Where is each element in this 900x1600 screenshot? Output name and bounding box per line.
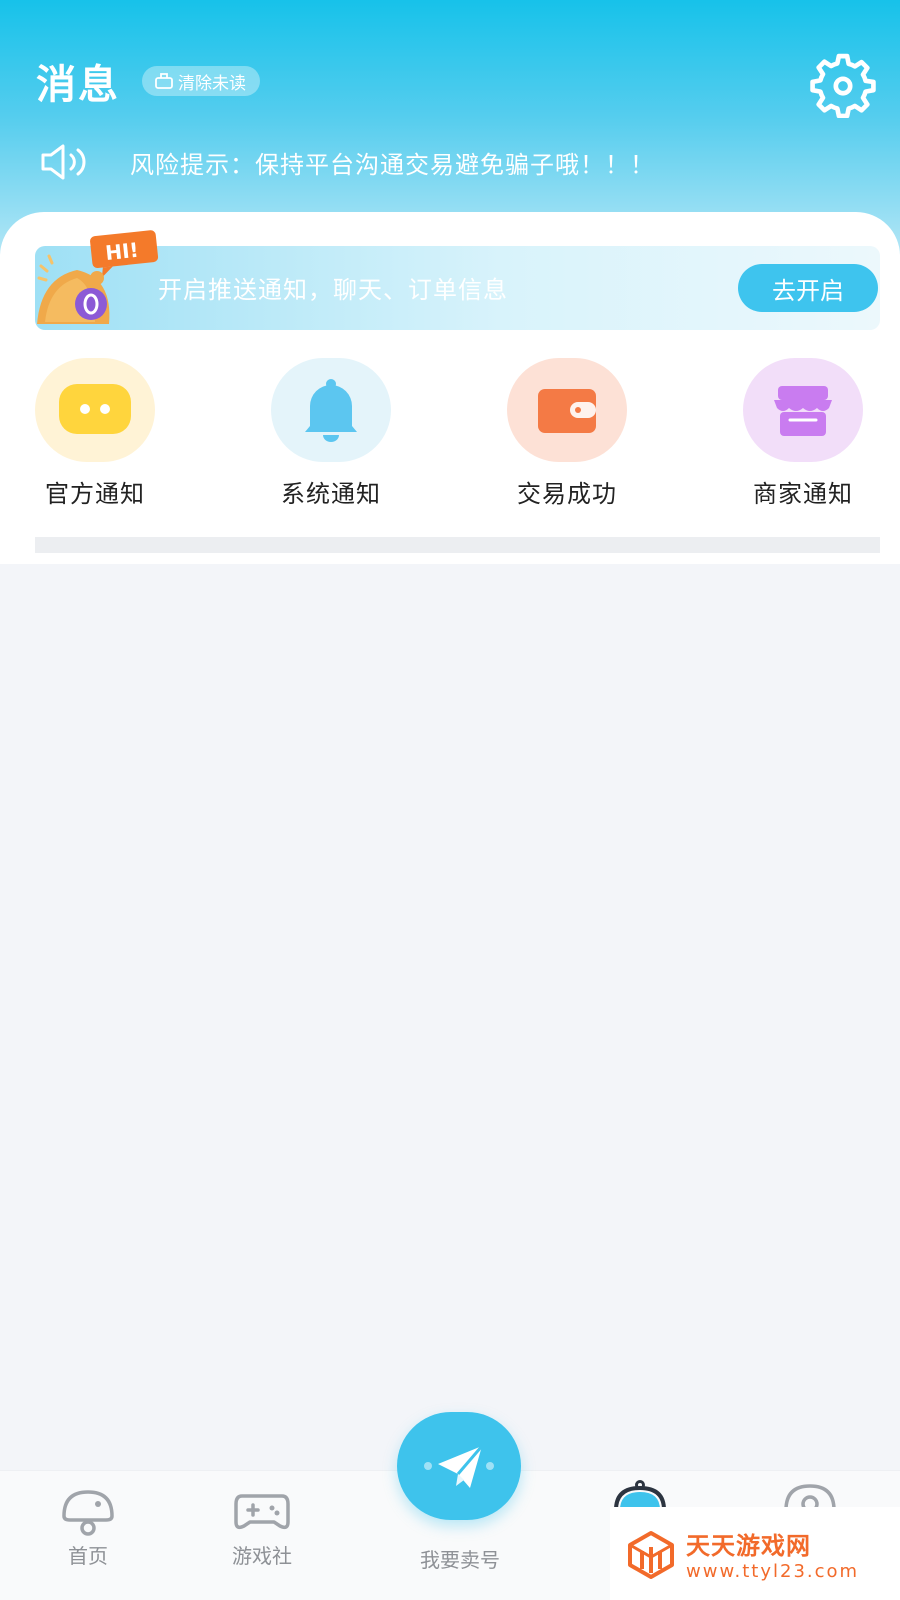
watermark-text: 天天游戏网 www.ttyl23.com bbox=[686, 1526, 859, 1582]
watermark-url: www.ttyl23.com bbox=[686, 1560, 860, 1582]
category-label: 交易成功 bbox=[517, 480, 617, 508]
tab-game-community-label: 游戏社 bbox=[232, 1544, 292, 1568]
title-row: 消息 清除未读 bbox=[36, 56, 260, 108]
category-label: 商家通知 bbox=[753, 480, 853, 508]
enable-push-button[interactable]: 去开启 bbox=[738, 264, 878, 312]
push-text: 开启推送通知，聊天、订单信息 bbox=[158, 276, 508, 304]
home-icon bbox=[62, 1490, 114, 1536]
watermark-title: 天天游戏网 bbox=[686, 1531, 811, 1560]
speaker-icon bbox=[41, 144, 86, 180]
tab-game-community[interactable]: 游戏社 bbox=[202, 1486, 322, 1569]
messages-tab-icon[interactable] bbox=[612, 1480, 668, 1510]
broom-icon bbox=[155, 73, 173, 89]
category-merchant[interactable]: 商家通知 bbox=[728, 358, 878, 509]
gear-icon[interactable] bbox=[810, 52, 876, 118]
sell-account-label: 我要卖号 bbox=[420, 1548, 500, 1572]
risk-notice: 风险提示：保持平台沟通交易避免骗子哦！！！ bbox=[40, 140, 655, 184]
hi-badge-text: HI! bbox=[104, 238, 140, 265]
category-system[interactable]: 系统通知 bbox=[256, 358, 406, 509]
trade-icon-circle bbox=[507, 358, 627, 462]
page-title: 消息 bbox=[36, 62, 120, 108]
tab-home[interactable]: 首页 bbox=[28, 1486, 148, 1569]
clear-unread-button[interactable]: 清除未读 bbox=[142, 66, 260, 96]
profile-tab-icon[interactable] bbox=[782, 1480, 838, 1510]
category-label: 系统通知 bbox=[281, 480, 381, 508]
chat-bubble-icon bbox=[59, 384, 131, 434]
official-icon-circle bbox=[35, 358, 155, 462]
category-official[interactable]: 官方通知 bbox=[20, 358, 170, 509]
watermark: 天天游戏网 www.ttyl23.com bbox=[610, 1507, 900, 1600]
wallet-icon bbox=[538, 389, 596, 433]
send-icon bbox=[424, 1445, 494, 1488]
tab-home-label: 首页 bbox=[68, 1544, 108, 1568]
category-label: 官方通知 bbox=[45, 480, 145, 508]
sell-account-button[interactable] bbox=[397, 1412, 521, 1520]
watermark-logo-icon bbox=[628, 1530, 674, 1579]
notice-text: 风险提示：保持平台沟通交易避免骗子哦！！！ bbox=[130, 150, 655, 179]
section-divider bbox=[35, 537, 880, 553]
merchant-icon-circle bbox=[743, 358, 863, 462]
category-trade[interactable]: 交易成功 bbox=[492, 358, 642, 509]
hi-bell-icon: HI! bbox=[37, 230, 159, 324]
store-icon bbox=[774, 386, 832, 436]
clear-unread-label: 清除未读 bbox=[178, 73, 246, 94]
system-icon-circle bbox=[271, 358, 391, 462]
bell-icon bbox=[305, 379, 357, 442]
gamepad-icon bbox=[234, 1494, 290, 1530]
